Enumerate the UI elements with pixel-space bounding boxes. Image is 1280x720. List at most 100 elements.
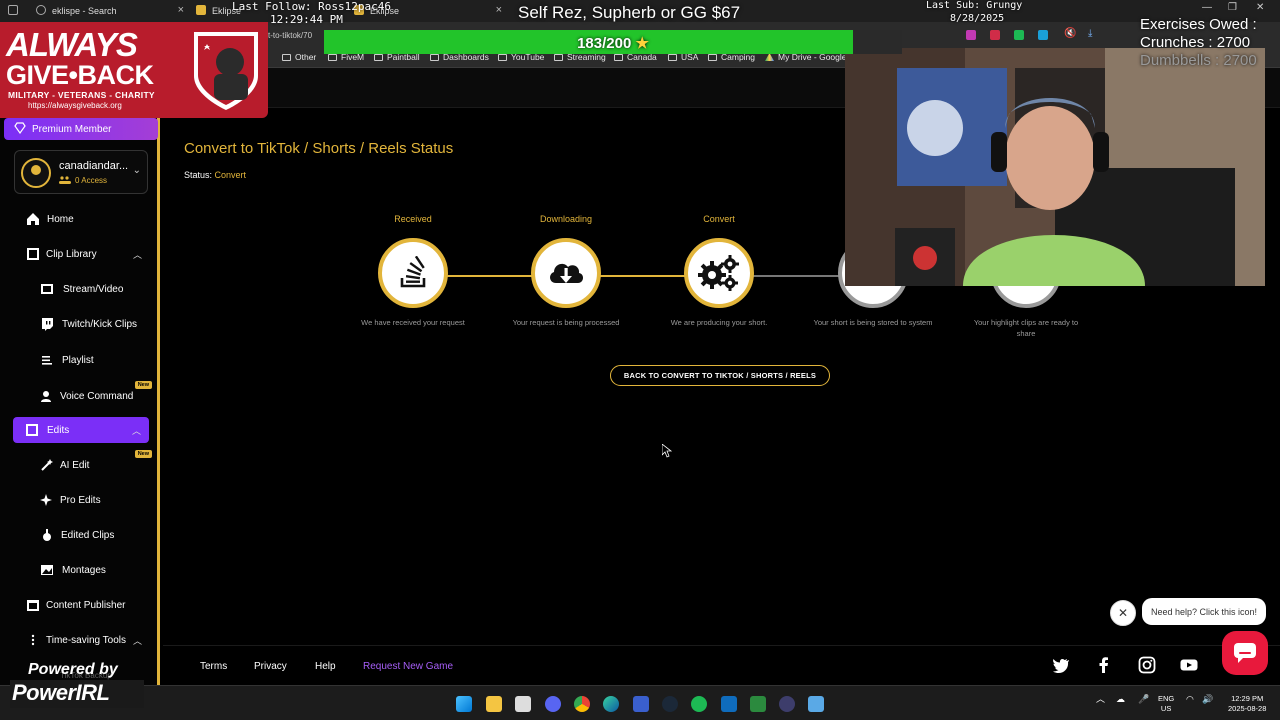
- sidebar-item-clip-library[interactable]: Clip Library ︿: [0, 241, 158, 267]
- extension-icon[interactable]: [990, 30, 1000, 40]
- profile-card[interactable]: canadiandar... 0 Access ⌄: [14, 150, 148, 194]
- sidebar-item-ai-edit[interactable]: AI Edit New: [0, 450, 158, 478]
- sidebar-item-label: Time-saving Tools: [46, 634, 127, 646]
- mute-icon[interactable]: 🔇: [1064, 28, 1076, 39]
- tray-chevron-up-icon[interactable]: ︿: [1096, 694, 1105, 704]
- premium-member-button[interactable]: Premium Member: [4, 118, 158, 140]
- steam-icon[interactable]: [662, 696, 678, 712]
- extension-icon[interactable]: [1014, 30, 1024, 40]
- film-icon: [27, 248, 39, 260]
- chevron-up-icon[interactable]: ︿: [133, 248, 142, 261]
- sidebar-toggle-icon[interactable]: [8, 5, 18, 15]
- app-icon[interactable]: [808, 696, 824, 712]
- download-icon[interactable]: ⤓: [1088, 28, 1092, 39]
- sidebar-item-stream-video[interactable]: Stream/Video: [0, 276, 158, 302]
- sidebar-item-montages[interactable]: Montages: [0, 557, 158, 583]
- footer-link-privacy[interactable]: Privacy: [254, 661, 287, 672]
- step-desc-downloading: Your request is being processed: [512, 318, 620, 327]
- url-text[interactable]: t-to-tiktok/70: [268, 31, 312, 40]
- sidebar-item-playlist[interactable]: Playlist: [0, 347, 158, 373]
- maximize-icon[interactable]: ❐: [1228, 2, 1237, 13]
- mouse-cursor-icon: [662, 444, 672, 458]
- step-received: [378, 238, 448, 308]
- speaker-icon[interactable]: 🔊: [1202, 694, 1213, 704]
- exercises-dumbbells: Dumbbells : 2700: [1140, 52, 1257, 69]
- users-icon: [59, 176, 71, 184]
- folder-icon: [498, 53, 507, 61]
- sidebar-item-voice-command[interactable]: Voice Command New: [0, 381, 158, 409]
- calendar-icon: [27, 600, 39, 611]
- wifi-icon[interactable]: ◠: [1186, 694, 1194, 704]
- clock-date: 2025-08-28: [1228, 704, 1267, 713]
- star-icon: ★: [635, 35, 649, 52]
- folder-icon: [708, 53, 717, 61]
- step-label-downloading: Downloading: [539, 214, 593, 224]
- spotify-icon[interactable]: [691, 696, 707, 712]
- app-icon[interactable]: [779, 696, 795, 712]
- sidebar-item-home[interactable]: Home: [0, 206, 158, 232]
- youtube-icon[interactable]: [1180, 656, 1198, 674]
- footer-link-help[interactable]: Help: [315, 661, 336, 672]
- taskbar: ︿ ☁ 🎤 ENG US ◠ 🔊 12:29 PM 2025-08-28: [0, 685, 1280, 720]
- sparkle-icon: [40, 494, 52, 506]
- goal-progress-text: 183/200 ★: [324, 34, 902, 52]
- discord-icon[interactable]: [545, 696, 561, 712]
- back-to-convert-button[interactable]: BACK TO CONVERT TO TIKTOK / SHORTS / REE…: [610, 365, 830, 386]
- bookmark-label: Other: [295, 52, 317, 62]
- cloud-icon[interactable]: ☁: [1116, 694, 1125, 704]
- sidebar-item-time-saving-tools[interactable]: Time-saving Tools ︿: [0, 627, 158, 653]
- facebook-icon[interactable]: [1095, 656, 1113, 674]
- close-icon[interactable]: ×: [496, 4, 502, 16]
- bookmark-other[interactable]: Other: [282, 52, 316, 62]
- twitter-icon[interactable]: [1052, 656, 1070, 674]
- step-label-received: Received: [394, 214, 432, 224]
- footer-link-terms[interactable]: Terms: [200, 661, 227, 672]
- powered-by-label: Powered by: [28, 661, 118, 678]
- status-value: Convert: [214, 170, 247, 180]
- stack-overflow-icon: [400, 256, 426, 288]
- instagram-icon[interactable]: [1138, 656, 1156, 674]
- app-icon[interactable]: [633, 696, 649, 712]
- clock-time: 12:29 PM: [1231, 694, 1264, 703]
- image-icon: [41, 565, 53, 575]
- sidebar-item-pro-edits[interactable]: Pro Edits: [0, 487, 158, 513]
- sidebar-item-label: Clip Library: [46, 248, 97, 260]
- edge-icon[interactable]: [603, 696, 619, 712]
- chevron-up-icon[interactable]: ︿: [132, 424, 141, 437]
- extension-icon[interactable]: [966, 30, 976, 40]
- close-icon[interactable]: ×: [178, 4, 184, 16]
- exercises-crunches: Crunches : 2700: [1140, 34, 1251, 51]
- file-explorer-icon[interactable]: [486, 696, 502, 712]
- store-icon[interactable]: [515, 696, 531, 712]
- help-bubble[interactable]: Need help? Click this icon!: [1142, 598, 1266, 625]
- chevron-up-icon[interactable]: ︿: [133, 634, 142, 647]
- app-icon[interactable]: [750, 696, 766, 712]
- extension-icon[interactable]: [1038, 30, 1048, 40]
- window-close-icon[interactable]: ✕: [1256, 2, 1264, 13]
- language-indicator[interactable]: ENG US: [1158, 694, 1174, 714]
- footer-link-request-new-game[interactable]: Request New Game: [363, 661, 453, 672]
- page-title: Convert to TikTok / Shorts / Reels Statu…: [184, 140, 454, 157]
- microphone-icon[interactable]: 🎤: [1138, 694, 1149, 704]
- help-close-button[interactable]: ✕: [1110, 600, 1136, 626]
- help-chat-button[interactable]: [1222, 631, 1268, 675]
- profile-name: canadiandar...: [59, 160, 129, 172]
- sidebar-item-edited-clips[interactable]: Edited Clips: [0, 522, 158, 548]
- step-desc-ready: Your highlight clips are ready to share: [973, 318, 1079, 338]
- tab-search[interactable]: eklispe - Search ×: [28, 2, 188, 20]
- sidebar-item-label: Content Publisher: [46, 599, 126, 611]
- voice-icon: [41, 391, 51, 402]
- sidebar-item-content-publisher[interactable]: Content Publisher: [0, 592, 158, 618]
- chevron-down-icon[interactable]: ⌄: [133, 165, 141, 176]
- windows-start-icon[interactable]: [456, 696, 472, 712]
- chrome-icon[interactable]: [574, 696, 590, 712]
- sidebar-item-twitch-kick-clips[interactable]: Twitch/Kick Clips: [0, 311, 158, 337]
- minimize-icon[interactable]: —: [1202, 2, 1212, 13]
- sidebar-item-edits[interactable]: Edits ︿: [13, 417, 149, 443]
- twitch-icon: [42, 318, 53, 331]
- mail-icon[interactable]: [721, 696, 737, 712]
- last-sub-overlay: Last Sub: Grungy: [926, 0, 1023, 11]
- sidebar-item-label: AI Edit: [60, 459, 90, 471]
- clock[interactable]: 12:29 PM 2025-08-28: [1228, 694, 1266, 714]
- agb-url: https://alwaysgiveback.org: [28, 101, 122, 110]
